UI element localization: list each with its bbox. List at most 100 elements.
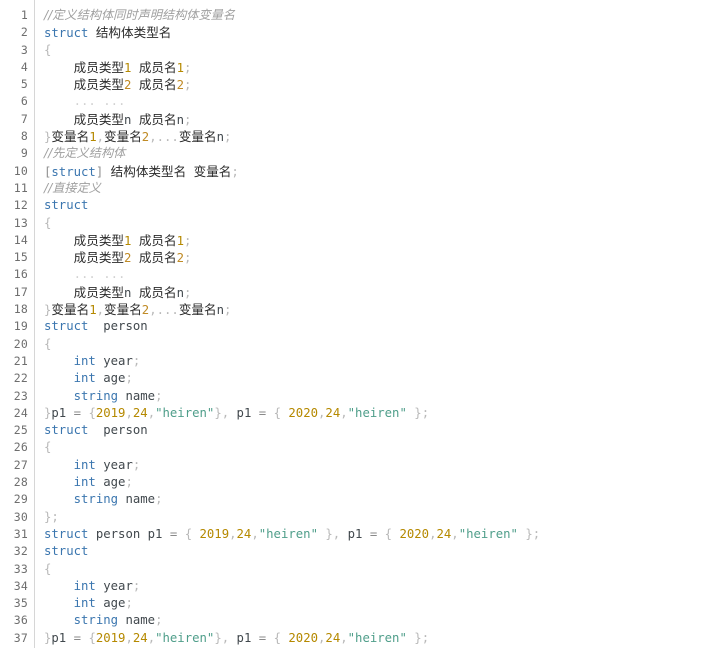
token-kw: struct bbox=[51, 164, 96, 179]
code-line[interactable]: }; bbox=[44, 509, 725, 526]
code-line[interactable]: //先定义结构体 bbox=[44, 145, 725, 162]
token-kw: struct bbox=[44, 526, 89, 541]
token-punct: ; bbox=[132, 578, 141, 593]
code-line[interactable]: int year; bbox=[44, 457, 725, 474]
code-content-area[interactable]: //定义结构体同时声明结构体变量名 struct 结构体类型名{ 成员类型1 成员… bbox=[35, 7, 725, 647]
code-line[interactable]: 成员类型1 成员名1; bbox=[44, 59, 725, 76]
token-cjk: 变量名 bbox=[51, 129, 90, 145]
token-punct: ; bbox=[184, 78, 192, 93]
token-cjk: 结构体类型名 bbox=[95, 25, 172, 41]
code-line[interactable]: { bbox=[44, 42, 725, 59]
code-line[interactable]: int age; bbox=[44, 595, 725, 612]
token-kw: struct bbox=[44, 26, 89, 41]
code-line[interactable]: //定义结构体同时声明结构体变量名 bbox=[44, 7, 725, 24]
token-ident: year bbox=[103, 457, 133, 472]
token-punct: ; bbox=[184, 285, 192, 300]
token-kw: struct bbox=[44, 544, 89, 559]
code-line[interactable]: { bbox=[44, 336, 725, 353]
token-punct: , bbox=[96, 130, 104, 145]
token-ident: year bbox=[103, 578, 133, 593]
line-number: 25 bbox=[13, 423, 28, 438]
token-kw: struct bbox=[44, 198, 89, 213]
token-comment: //先定义结构体 bbox=[44, 146, 126, 161]
token-punct: { bbox=[384, 526, 393, 541]
code-editor[interactable]: 1 2 3 4 5 6 7 8 9 10 11 12 13 14 15 16 17 18 19 20 21 22 23 24 2… bbox=[0, 0, 725, 648]
code-line[interactable]: ... ... bbox=[44, 266, 725, 283]
token-punct: , bbox=[147, 630, 156, 645]
token-punct: { bbox=[44, 215, 52, 230]
token-ident: n bbox=[216, 130, 224, 145]
token-ident: name bbox=[125, 613, 156, 628]
code-line[interactable]: }p1 = {2019,24,"heiren"}, p1 = { 2020,24… bbox=[44, 630, 725, 647]
token-punct: { bbox=[44, 440, 52, 455]
code-line[interactable]: { bbox=[44, 439, 725, 456]
line-number: 26 bbox=[13, 440, 28, 455]
line-number: 6 bbox=[20, 94, 28, 109]
code-line[interactable]: [struct] 结构体类型名 变量名; bbox=[44, 163, 725, 180]
code-line[interactable]: int age; bbox=[44, 474, 725, 491]
code-line[interactable]: struct bbox=[44, 197, 725, 214]
token-ident: p1 bbox=[147, 526, 163, 541]
token-op: = bbox=[73, 630, 82, 645]
token-kw: string bbox=[73, 388, 119, 403]
code-line[interactable]: { bbox=[44, 561, 725, 578]
line-number: 22 bbox=[13, 371, 28, 386]
token-punct: , bbox=[340, 405, 348, 420]
token-cjk: 变量名 bbox=[104, 302, 142, 318]
token-kw: int bbox=[73, 596, 96, 611]
code-line[interactable]: 成员类型n 成员名n; bbox=[44, 284, 725, 301]
token-punct: ; bbox=[132, 353, 141, 368]
code-line[interactable]: struct person bbox=[44, 318, 725, 335]
token-num2: 2 bbox=[176, 78, 184, 93]
token-num: 1 bbox=[89, 303, 97, 318]
code-line[interactable]: 成员类型2 成员名2; bbox=[44, 249, 725, 266]
code-line[interactable]: struct person p1 = { 2019,24,"heiren" },… bbox=[44, 526, 725, 543]
token-ident: n bbox=[216, 303, 224, 318]
code-line[interactable]: //直接定义 bbox=[44, 180, 725, 197]
code-line[interactable]: ... ... bbox=[44, 93, 725, 110]
token-cjk: 成员名 bbox=[138, 59, 177, 75]
token-punct: { bbox=[273, 405, 281, 420]
code-line[interactable]: string name; bbox=[44, 388, 725, 405]
line-number: 2 bbox=[20, 25, 28, 40]
token-num: 2020 bbox=[399, 526, 430, 541]
token-punct: } bbox=[414, 630, 422, 645]
token-punct: , bbox=[149, 303, 157, 318]
line-number: 4 bbox=[20, 59, 28, 74]
code-line[interactable]: struct 结构体类型名 bbox=[44, 24, 725, 41]
code-line[interactable]: 成员类型1 成员名1; bbox=[44, 232, 725, 249]
code-line[interactable]: 成员类型2 成员名2; bbox=[44, 76, 725, 93]
token-num: 1 bbox=[176, 233, 184, 248]
code-line[interactable]: 成员类型n 成员名n; bbox=[44, 111, 725, 128]
token-kw: struct bbox=[44, 423, 89, 438]
code-line[interactable]: }p1 = {2019,24,"heiren"}, p1 = { 2020,24… bbox=[44, 405, 725, 422]
code-line[interactable]: struct person bbox=[44, 422, 725, 439]
code-line[interactable]: int year; bbox=[44, 578, 725, 595]
token-punct: , bbox=[147, 405, 156, 420]
code-line[interactable]: string name; bbox=[44, 491, 725, 508]
token-ident: person bbox=[103, 319, 148, 334]
code-line[interactable]: string name; bbox=[44, 612, 725, 629]
token-punct: , bbox=[125, 630, 133, 645]
code-line[interactable]: int age; bbox=[44, 370, 725, 387]
code-line[interactable]: }变量名1,变量名2,...变量名n; bbox=[44, 301, 725, 318]
line-number: 19 bbox=[13, 319, 28, 334]
code-line[interactable]: int year; bbox=[44, 353, 725, 370]
token-kw: string bbox=[73, 492, 119, 507]
code-line[interactable]: }变量名1,变量名2,...变量名n; bbox=[44, 128, 725, 145]
code-line[interactable]: struct bbox=[44, 543, 725, 560]
code-line[interactable]: { bbox=[44, 215, 725, 232]
line-number: 36 bbox=[13, 613, 28, 628]
